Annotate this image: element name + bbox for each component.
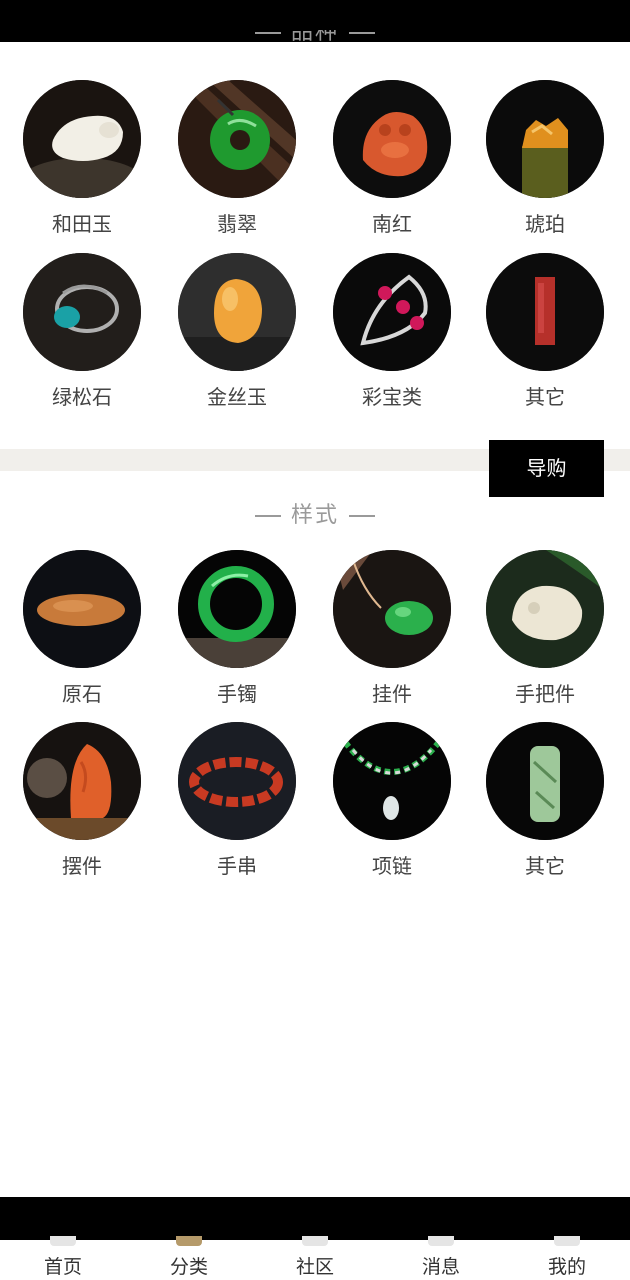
jadeite-thumbnail [178,80,296,198]
label-beads: 手串 [217,854,257,878]
label-others-varieties: 其它 [525,385,565,409]
category-raw-stone[interactable]: 原石 [5,550,159,706]
label-jadeite: 翡翠 [217,212,257,236]
tab-category-label: 分类 [169,1256,208,1278]
turquoise-thumbnail [23,253,141,371]
guide-button[interactable]: 导购 [489,440,604,497]
label-pendant: 挂件 [372,682,412,706]
gold-silk-jade-thumbnail [178,253,296,371]
bracelet-thumbnail [178,550,296,668]
category-colored-gems[interactable]: 彩宝类 [315,253,469,409]
tab-category[interactable]: 分类 [126,1236,252,1280]
label-turquoise: 绿松石 [52,385,112,409]
label-hetian-jade: 和田玉 [52,212,112,236]
category-jadeite[interactable]: 翡翠 [160,80,314,236]
category-others-styles[interactable]: 其它 [468,722,622,878]
section-title-styles: 样式 [0,500,630,532]
tab-community-label: 社区 [295,1256,334,1278]
south-red-thumbnail [333,80,451,198]
tab-profile[interactable]: 我的 [504,1236,630,1280]
category-others-varieties[interactable]: 其它 [468,253,622,409]
others-styles-thumbnail [486,722,604,840]
tab-messages-label: 消息 [421,1256,460,1278]
label-hand-piece: 手把件 [515,682,575,706]
tab-community[interactable]: 社区 [252,1236,378,1280]
varieties-title: 品种 [290,30,339,45]
raw-stone-thumbnail [23,550,141,668]
label-bracelet: 手镯 [217,682,257,706]
label-ornament: 摆件 [62,854,102,878]
colored-gems-thumbnail [333,253,451,371]
label-gold-silk-jade: 金丝玉 [207,385,267,409]
bottom-tab-bar: 首页 分类 社区 消息 我的 [0,1236,630,1280]
category-necklace[interactable]: 项链 [315,722,469,878]
category-amber[interactable]: 琥珀 [468,80,622,236]
category-south-red[interactable]: 南红 [315,80,469,236]
tab-home-label: 首页 [43,1256,82,1278]
hetian-jade-thumbnail [23,80,141,198]
hand-piece-thumbnail [486,550,604,668]
community-icon [302,1236,328,1246]
category-beads[interactable]: 手串 [160,722,314,878]
category-hetian-jade[interactable]: 和田玉 [5,80,159,236]
beads-thumbnail [178,722,296,840]
category-hand-piece[interactable]: 手把件 [468,550,622,706]
category-pendant[interactable]: 挂件 [315,550,469,706]
profile-icon [554,1236,580,1246]
amber-thumbnail [486,80,604,198]
label-colored-gems: 彩宝类 [362,385,422,409]
bottom-overlay-bar [0,1197,630,1240]
category-bracelet[interactable]: 手镯 [160,550,314,706]
necklace-thumbnail [333,722,451,840]
styles-title: 样式 [290,503,339,528]
tab-messages[interactable]: 消息 [378,1236,504,1280]
ornament-thumbnail [23,722,141,840]
category-gold-silk-jade[interactable]: 金丝玉 [160,253,314,409]
label-amber: 琥珀 [525,212,565,236]
category-turquoise[interactable]: 绿松石 [5,253,159,409]
label-south-red: 南红 [372,212,412,236]
home-icon [50,1236,76,1246]
label-raw-stone: 原石 [62,682,102,706]
label-others-styles: 其它 [525,854,565,878]
tab-home[interactable]: 首页 [0,1236,126,1280]
tab-profile-label: 我的 [547,1256,586,1278]
label-necklace: 项链 [372,854,412,878]
section-title-varieties: 品种 [0,30,630,60]
category-ornament[interactable]: 摆件 [5,722,159,878]
messages-icon [428,1236,454,1246]
others-varieties-thumbnail [486,253,604,371]
category-icon [176,1236,202,1246]
pendant-thumbnail [333,550,451,668]
